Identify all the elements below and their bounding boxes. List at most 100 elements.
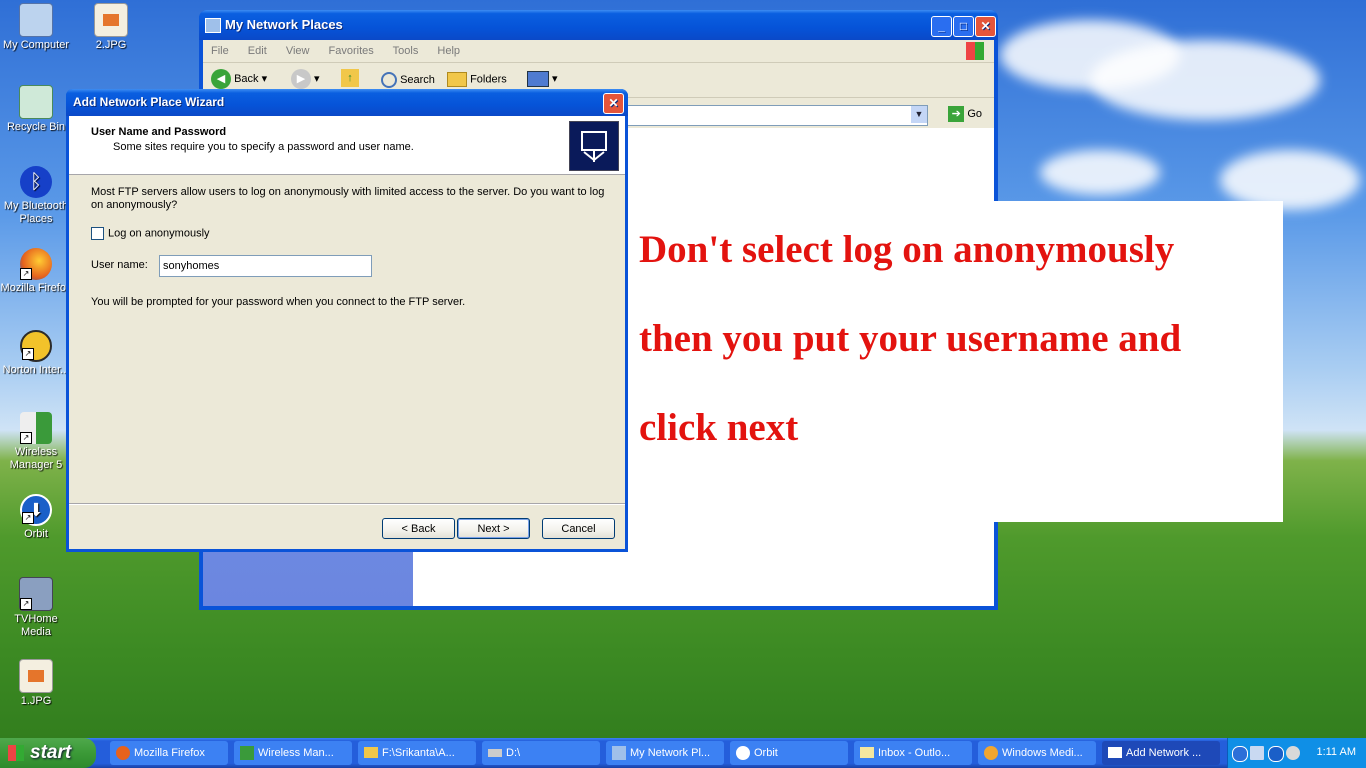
desktop-icon-recycle-bin[interactable]: Recycle Bin bbox=[0, 85, 72, 134]
wireless-manager-icon bbox=[240, 746, 254, 760]
folders-button[interactable]: Folders bbox=[447, 72, 507, 87]
next-button[interactable]: Next > bbox=[457, 518, 530, 539]
desktop-icon-orbit[interactable]: ⬇ ↗ Orbit bbox=[0, 494, 72, 541]
firefox-icon bbox=[116, 746, 130, 760]
maximize-button[interactable]: □ bbox=[953, 16, 974, 37]
image-file-icon bbox=[94, 3, 128, 37]
up-folder-button[interactable]: ↑ bbox=[341, 69, 359, 87]
wizard-header: User Name and Password Some sites requir… bbox=[69, 116, 625, 175]
windows-logo-icon bbox=[966, 42, 984, 60]
folder-icon bbox=[364, 747, 378, 758]
wizard-window-icon bbox=[1108, 747, 1122, 758]
media-player-icon bbox=[984, 746, 998, 760]
task-orbit[interactable]: Orbit bbox=[730, 741, 848, 765]
annotation-line-1: Don't select log on anonymously bbox=[639, 228, 1175, 271]
network-icon[interactable] bbox=[1250, 746, 1264, 760]
volume-icon[interactable] bbox=[1286, 746, 1300, 760]
wizard-description: Most FTP servers allow users to log on a… bbox=[91, 186, 605, 211]
back-button-wizard[interactable]: < Back bbox=[382, 518, 455, 539]
anonymous-checkbox-row[interactable]: Log on anonymously bbox=[91, 227, 210, 240]
desktop-icon-tvhome[interactable]: ↗ TVHome Media bbox=[0, 577, 72, 639]
explorer-title: My Network Places bbox=[225, 17, 343, 32]
mail-icon bbox=[860, 747, 874, 758]
task-wireless-manager[interactable]: Wireless Man... bbox=[234, 741, 352, 765]
download-arrow-icon: ⬇ ↗ bbox=[20, 494, 52, 526]
menu-favorites[interactable]: Favorites bbox=[329, 45, 374, 57]
menu-help[interactable]: Help bbox=[437, 45, 460, 57]
forward-arrow-icon: ▶ bbox=[291, 69, 311, 89]
back-button[interactable]: ◀ Back ▾ bbox=[211, 69, 267, 89]
minimize-button[interactable]: _ bbox=[931, 16, 952, 37]
tv-media-icon: ↗ bbox=[19, 577, 53, 611]
go-button[interactable]: ➔ Go bbox=[948, 106, 982, 122]
wireless-manager-icon: ↗ bbox=[20, 412, 52, 444]
menu-file[interactable]: File bbox=[211, 45, 229, 57]
globe-icon: ↗ bbox=[20, 330, 52, 362]
computer-icon bbox=[19, 3, 53, 37]
task-my-network-places[interactable]: My Network Pl... bbox=[606, 741, 724, 765]
download-arrow-icon[interactable] bbox=[1268, 746, 1284, 762]
wizard-heading: User Name and Password bbox=[91, 126, 227, 138]
network-folder-icon bbox=[569, 121, 619, 171]
views-button[interactable]: ▾ bbox=[527, 71, 558, 87]
anonymous-checkbox[interactable] bbox=[91, 227, 104, 240]
forward-button[interactable]: ▶ ▾ bbox=[291, 69, 320, 89]
annotation-line-3: click next bbox=[639, 406, 799, 449]
start-button[interactable]: start bbox=[0, 738, 96, 768]
explorer-title-bar[interactable]: My Network Places _ □ ✕ bbox=[199, 10, 998, 40]
wizard-separator bbox=[69, 503, 625, 505]
desktop-icon-firefox[interactable]: ↗ Mozilla Firefox bbox=[0, 248, 72, 295]
desktop-icon-2-jpg[interactable]: 2.JPG bbox=[75, 3, 147, 52]
anonymous-label: Log on anonymously bbox=[108, 227, 210, 240]
task-windows-media[interactable]: Windows Medi... bbox=[978, 741, 1096, 765]
username-input[interactable] bbox=[159, 255, 372, 277]
task-add-network-place[interactable]: Add Network ... bbox=[1102, 741, 1220, 765]
cancel-button[interactable]: Cancel bbox=[542, 518, 615, 539]
desktop-icon-my-computer[interactable]: My Computer bbox=[0, 3, 72, 52]
desktop-icon-1-jpg[interactable]: 1.JPG bbox=[0, 659, 72, 708]
username-label: User name: bbox=[91, 259, 148, 271]
task-firefox[interactable]: Mozilla Firefox bbox=[110, 741, 228, 765]
desktop-icon-bluetooth[interactable]: ᛒ My Bluetooth Places bbox=[0, 166, 72, 226]
views-icon bbox=[527, 71, 549, 87]
folder-icon bbox=[447, 72, 467, 87]
recycle-bin-icon bbox=[19, 85, 53, 119]
tray-expand-icon[interactable] bbox=[1232, 746, 1248, 762]
taskbar: start Mozilla Firefox Wireless Man... F:… bbox=[0, 738, 1366, 768]
search-icon bbox=[381, 72, 397, 88]
annotation-line-2: then you put your username and bbox=[639, 317, 1182, 360]
windows-flag-icon bbox=[8, 745, 24, 761]
menu-bar: File Edit View Favorites Tools Help bbox=[203, 40, 994, 63]
up-folder-icon: ↑ bbox=[341, 69, 359, 87]
clock: 1:11 AM bbox=[1316, 746, 1356, 758]
wizard-title: Add Network Place Wizard bbox=[73, 95, 225, 109]
desktop-icon-wireless-manager[interactable]: ↗ Wireless Manager 5 bbox=[0, 412, 72, 472]
desktop-icon-norton[interactable]: ↗ Norton Inter... bbox=[0, 330, 72, 377]
task-drive-d[interactable]: D:\ bbox=[482, 741, 600, 765]
chevron-down-icon[interactable]: ▼ bbox=[911, 106, 927, 123]
menu-tools[interactable]: Tools bbox=[393, 45, 419, 57]
search-button[interactable]: Search bbox=[381, 72, 435, 88]
network-places-icon bbox=[205, 18, 221, 33]
task-folder[interactable]: F:\Srikanta\A... bbox=[358, 741, 476, 765]
add-network-place-wizard: Add Network Place Wizard ✕ User Name and… bbox=[66, 89, 628, 552]
wizard-body: User Name and Password Some sites requir… bbox=[69, 116, 625, 549]
task-outlook-inbox[interactable]: Inbox - Outlo... bbox=[854, 741, 972, 765]
bluetooth-icon: ᛒ bbox=[20, 166, 52, 198]
go-arrow-icon: ➔ bbox=[948, 106, 965, 122]
close-button[interactable]: ✕ bbox=[975, 16, 996, 37]
download-arrow-icon bbox=[736, 746, 750, 760]
menu-view[interactable]: View bbox=[286, 45, 310, 57]
password-note: You will be prompted for your password w… bbox=[91, 296, 466, 308]
network-places-icon bbox=[612, 746, 626, 760]
wizard-subheading: Some sites require you to specify a pass… bbox=[113, 141, 414, 153]
system-tray: 1:11 AM bbox=[1227, 738, 1366, 768]
drive-icon bbox=[488, 749, 502, 757]
instruction-annotation: Don't select log on anonymously then you… bbox=[623, 201, 1283, 522]
back-arrow-icon: ◀ bbox=[211, 69, 231, 89]
wizard-close-button[interactable]: ✕ bbox=[603, 93, 624, 114]
firefox-icon: ↗ bbox=[20, 248, 52, 280]
wizard-title-bar[interactable]: Add Network Place Wizard ✕ bbox=[66, 89, 628, 116]
menu-edit[interactable]: Edit bbox=[248, 45, 267, 57]
image-file-icon bbox=[19, 659, 53, 693]
